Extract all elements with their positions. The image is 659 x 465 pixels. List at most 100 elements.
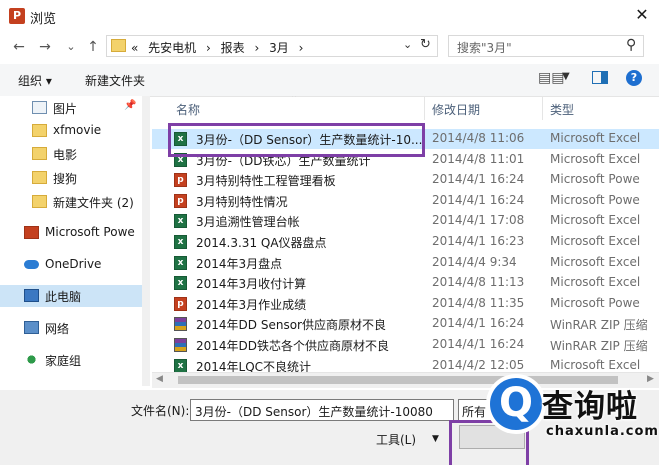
computer-icon: [24, 289, 39, 302]
file-name: 2014.3.31 QA仪器盘点: [196, 236, 327, 250]
close-button[interactable]: ✕: [630, 4, 654, 26]
column-header-modified[interactable]: 修改日期: [432, 101, 480, 118]
powerpoint-file-icon: p: [174, 173, 187, 187]
file-row[interactable]: p 3月特别特性工程管理看板 2014/4/1 16:24 Microsoft …: [152, 170, 659, 190]
file-row[interactable]: x 2014年3月收付计算 2014/4/8 11:13 Microsoft E…: [152, 273, 659, 293]
file-type: Microsoft Powe: [550, 296, 640, 310]
view-dropdown-arrow-icon[interactable]: ▼: [562, 71, 570, 82]
file-row[interactable]: x 2014.3.31 QA仪器盘点 2014/4/1 16:23 Micros…: [152, 232, 659, 252]
new-folder-button[interactable]: 新建文件夹: [85, 72, 145, 89]
column-header-type[interactable]: 类型: [550, 101, 574, 118]
address-dropdown-icon[interactable]: ⌄: [403, 38, 412, 51]
folder-icon: [32, 195, 47, 208]
file-name: 2014年DD铁芯各个供应商原材不良: [196, 339, 390, 353]
zip-archive-icon: [174, 317, 187, 331]
command-toolbar: 组织 ▾ 新建文件夹 ▤▤ ▼ ?: [0, 64, 659, 97]
preview-pane-icon[interactable]: [592, 71, 608, 84]
file-name: 2014年DD Sensor供应商原材不良: [196, 318, 386, 332]
file-name: 2014年3月盘点: [196, 257, 283, 271]
excel-file-icon: x: [174, 359, 187, 372]
folder-icon: [32, 147, 47, 160]
breadcrumb-separator[interactable]: ›: [299, 41, 304, 55]
breadcrumb-item[interactable]: 3月: [269, 41, 289, 55]
file-modified: 2014/4/1 16:23: [432, 234, 525, 248]
file-name: 3月特别特性工程管理看板: [196, 174, 336, 188]
organize-menu-button[interactable]: 组织 ▾: [18, 72, 52, 89]
folder-icon: [32, 171, 47, 184]
view-options-icon[interactable]: ▤▤: [538, 70, 564, 86]
sidebar-item-network[interactable]: 网络: [0, 317, 150, 339]
breadcrumb-item[interactable]: 先安电机: [148, 41, 196, 55]
sidebar-item-movies[interactable]: 电影: [0, 143, 150, 165]
zip-archive-icon: [174, 338, 187, 352]
sidebar-item-homegroup[interactable]: 家庭组: [0, 349, 150, 371]
refresh-icon[interactable]: ↻: [420, 37, 431, 52]
breadcrumb-separator[interactable]: ›: [206, 41, 211, 55]
excel-file-icon: x: [174, 214, 187, 228]
sidebar-item-label: 网络: [45, 322, 70, 336]
pin-icon[interactable]: 📌: [124, 100, 136, 111]
sidebar-item-xfmovie[interactable]: xfmovie: [0, 120, 150, 142]
file-modified: 2014/4/1 16:24: [432, 193, 525, 207]
file-row[interactable]: p 3月特别特性情况 2014/4/1 16:24 Microsoft Powe: [152, 191, 659, 211]
file-modified: 2014/4/1 17:08: [432, 213, 525, 227]
help-icon[interactable]: ?: [626, 70, 642, 86]
column-divider[interactable]: [424, 96, 425, 120]
up-arrow-icon[interactable]: ↑: [84, 38, 102, 56]
powerpoint-icon: [24, 226, 39, 239]
sidebar-item-new-folder-2[interactable]: 新建文件夹 (2): [0, 191, 150, 213]
filename-input[interactable]: 3月份-（DD Sensor）生产数量统计-10080: [190, 399, 454, 421]
sidebar-item-this-pc[interactable]: 此电脑: [0, 285, 150, 307]
filename-value: 3月份-（DD Sensor）生产数量统计-10080: [195, 405, 433, 419]
breadcrumb-item[interactable]: 报表: [221, 41, 245, 55]
file-row[interactable]: x 2014年LQC不良统计 2014/4/2 12:05 Microsoft …: [152, 356, 659, 372]
file-type: Microsoft Excel: [550, 234, 641, 248]
excel-file-icon: x: [174, 276, 187, 290]
powerpoint-app-icon: P: [9, 8, 25, 24]
column-header-name[interactable]: 名称: [176, 101, 200, 118]
onedrive-icon: [24, 260, 39, 269]
file-name: 2014年3月收付计算: [196, 277, 307, 291]
file-modified: 2014/4/8 11:13: [432, 275, 525, 289]
watermark-text: 查询啦: [542, 389, 638, 425]
column-divider[interactable]: [542, 96, 543, 120]
file-row[interactable]: 2014年DD铁芯各个供应商原材不良 2014/4/1 16:24 WinRAR…: [152, 335, 659, 355]
sidebar-item-label: 搜狗: [53, 172, 78, 186]
homegroup-icon: [24, 353, 39, 366]
sort-ascending-icon: ⌃: [290, 96, 299, 104]
file-type: Microsoft Excel: [550, 131, 641, 145]
navigation-pane: 图片 📌 xfmovie 电影 搜狗 新建文件夹 (2) Microsoft P…: [0, 96, 150, 396]
sidebar-item-label: 家庭组: [45, 354, 82, 368]
recent-locations-chevron-icon[interactable]: ⌄: [62, 38, 80, 56]
sidebar-item-onedrive[interactable]: OneDrive: [0, 254, 150, 276]
file-name: 2014年3月作业成绩: [196, 298, 307, 312]
breadcrumb-separator[interactable]: ›: [255, 41, 260, 55]
file-row[interactable]: x 3月追溯性管理台帐 2014/4/1 17:08 Microsoft Exc…: [152, 211, 659, 231]
sidebar-item-microsoft-powerpoint[interactable]: Microsoft Powe: [0, 222, 150, 244]
file-modified: 2014/4/8 11:01: [432, 152, 525, 166]
sidebar-item-pictures[interactable]: 图片 📌: [0, 97, 150, 119]
file-type: Microsoft Excel: [550, 358, 641, 372]
file-type: Microsoft Powe: [550, 172, 640, 186]
search-input[interactable]: 搜索"3月" ⚲: [448, 35, 644, 57]
forward-arrow-icon[interactable]: →: [36, 38, 54, 56]
file-row[interactable]: p 2014年3月作业成绩 2014/4/8 11:35 Microsoft P…: [152, 294, 659, 314]
address-bar[interactable]: « 先安电机 › 报表 › 3月 › ⌄ ↻: [106, 35, 438, 57]
scroll-left-icon[interactable]: ◀: [156, 374, 163, 384]
file-modified: 2014/4/1 16:24: [432, 316, 525, 330]
sidebar-item-label: 电影: [53, 148, 78, 162]
tools-dropdown-arrow-icon[interactable]: ▼: [432, 434, 439, 444]
network-icon: [24, 321, 39, 334]
sidebar-scrollbar[interactable]: [142, 96, 150, 386]
file-name: 3月特别特性情况: [196, 195, 288, 209]
sidebar-item-sogou[interactable]: 搜狗: [0, 167, 150, 189]
breadcrumb-overflow[interactable]: «: [131, 41, 138, 55]
file-row[interactable]: x 2014年3月盘点 2014/4/4 9:34 Microsoft Exce…: [152, 253, 659, 273]
tools-menu-button[interactable]: 工具(L): [376, 431, 416, 448]
file-row[interactable]: 2014年DD Sensor供应商原材不良 2014/4/1 16:24 Win…: [152, 314, 659, 334]
file-modified: 2014/4/2 12:05: [432, 358, 525, 372]
back-arrow-icon[interactable]: ←: [10, 38, 28, 56]
folder-icon: [32, 124, 47, 137]
watermark-logo: Q 查询啦 chaxunla.com: [480, 372, 659, 465]
folder-icon: [111, 39, 126, 52]
